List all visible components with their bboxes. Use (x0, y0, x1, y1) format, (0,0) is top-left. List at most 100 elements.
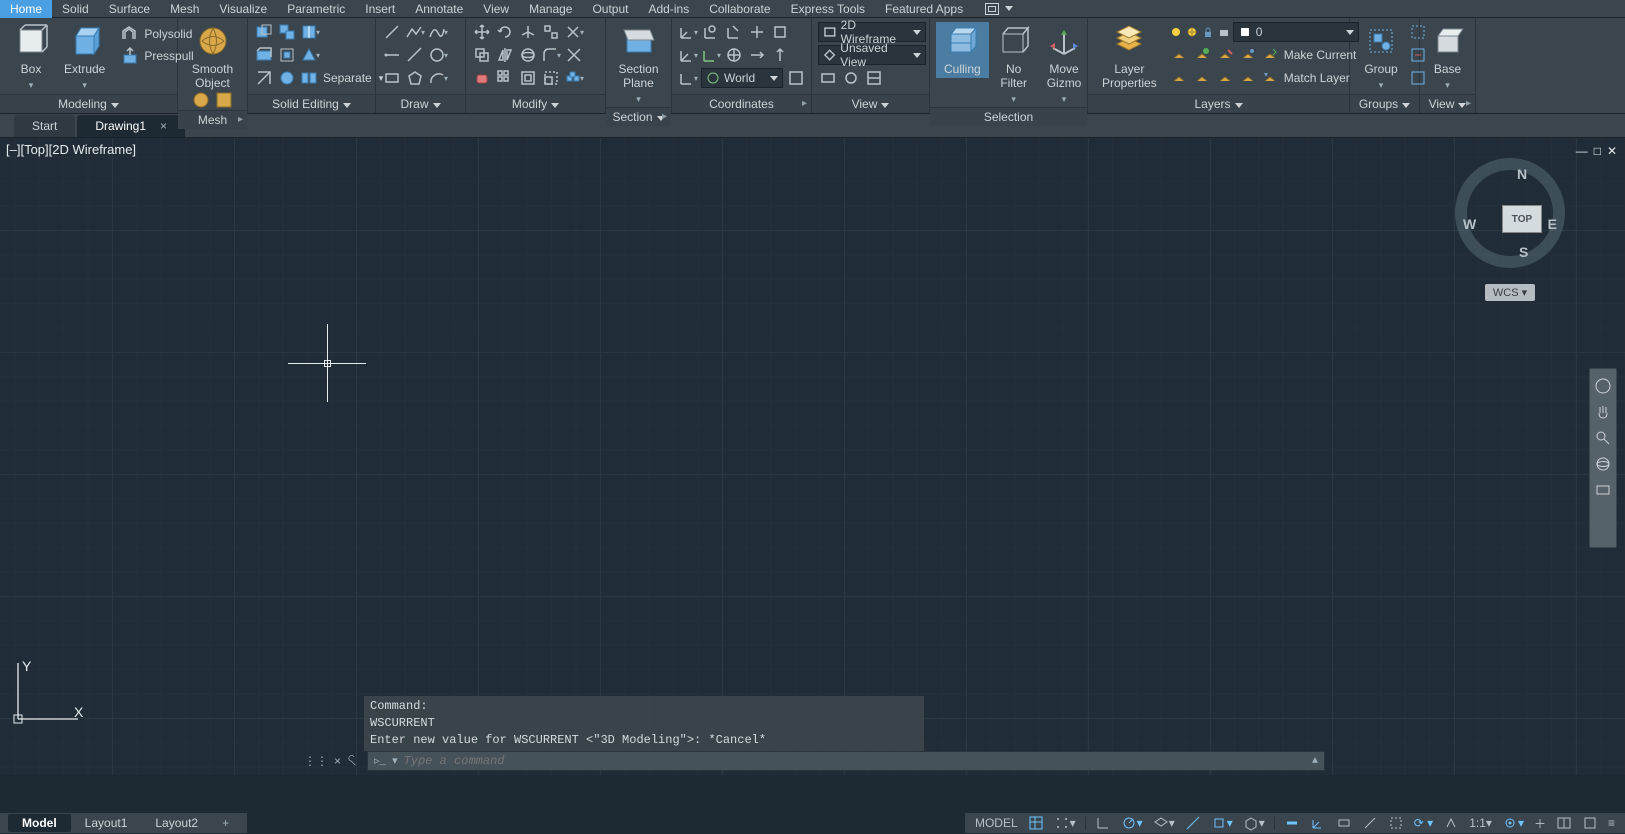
menu-visualize[interactable]: Visualize (209, 0, 277, 18)
vp-maximize-icon[interactable]: □ (1594, 144, 1601, 158)
panel-title-groups[interactable]: Groups (1350, 94, 1419, 113)
fillet-icon[interactable]: ▾ (541, 45, 561, 65)
viewcube-s[interactable]: S (1519, 244, 1528, 260)
explode-icon[interactable] (564, 45, 584, 65)
status-scale[interactable]: 1:1 ▾ (1465, 814, 1496, 832)
ucs-3[interactable] (724, 22, 744, 42)
se-8[interactable] (277, 68, 297, 88)
world-combo[interactable]: World (701, 68, 783, 88)
layer-lock-icon[interactable] (1201, 25, 1215, 39)
menu-home[interactable]: Home (0, 0, 52, 18)
viewport-label[interactable]: [–][Top][2D Wireframe] (6, 142, 136, 157)
viewcube-n[interactable]: N (1517, 166, 1527, 182)
layer-t4[interactable] (1238, 45, 1258, 65)
layer-properties-button[interactable]: Layer Properties (1094, 22, 1165, 92)
mesh-tool-2[interactable] (214, 90, 234, 110)
se-1[interactable] (254, 22, 274, 42)
layer-t3[interactable] (1215, 45, 1235, 65)
rotate-icon[interactable] (495, 22, 515, 42)
array-icon[interactable] (495, 68, 515, 88)
ucs-6[interactable]: ▾ (678, 45, 698, 65)
status-snap-icon[interactable]: ▾ (1050, 813, 1080, 833)
vp-minimize-icon[interactable]: — (1576, 144, 1588, 158)
rot3d-icon[interactable] (518, 45, 538, 65)
view-tool-2[interactable] (841, 68, 861, 88)
close-icon[interactable]: × (160, 119, 167, 133)
menu-express[interactable]: Express Tools (781, 0, 875, 18)
menu-collaborate[interactable]: Collaborate (699, 0, 780, 18)
layer-freeze-icon[interactable] (1185, 25, 1199, 39)
status-tpy-icon[interactable] (1358, 813, 1382, 833)
panel-title-solid-editing[interactable]: Solid Editing (248, 94, 375, 113)
status-lwt-icon[interactable] (1280, 813, 1304, 833)
status-menu-icon[interactable]: ≡ (1604, 814, 1619, 832)
se-7[interactable] (254, 68, 274, 88)
extrude-button[interactable]: Extrude ▾ (56, 22, 113, 93)
move-gizmo-button[interactable]: Move Gizmo ▾ (1039, 22, 1090, 107)
menu-addins[interactable]: Add-ins (639, 0, 700, 18)
se-6[interactable]: ▾ (300, 45, 320, 65)
spline-icon[interactable]: ▾ (428, 22, 448, 42)
move3d-icon[interactable] (518, 22, 538, 42)
panel-title-coordinates[interactable]: Coordinates▸ (672, 94, 811, 113)
cmd-wrench-icon[interactable] (347, 754, 361, 768)
menu-mesh[interactable]: Mesh (160, 0, 209, 18)
ucs-5[interactable] (770, 22, 790, 42)
group-button[interactable]: Group ▾ (1356, 22, 1406, 93)
erase-icon[interactable] (472, 68, 492, 88)
status-iso-icon[interactable]: ▾ (1149, 813, 1179, 833)
showmotion-icon[interactable] (1594, 481, 1612, 499)
line-icon[interactable] (382, 22, 402, 42)
viewcube-e[interactable]: E (1548, 216, 1557, 232)
fullnav-icon[interactable] (1594, 377, 1612, 395)
se-4[interactable] (254, 45, 274, 65)
layer-t1[interactable] (1169, 45, 1189, 65)
tab-start[interactable]: Start (14, 115, 75, 137)
arc-icon[interactable]: ▾ (428, 68, 448, 88)
separate-button[interactable]: Separate▾ (300, 68, 383, 88)
box-button[interactable]: Box ▾ (6, 22, 56, 93)
viewcube-w[interactable]: W (1463, 216, 1476, 232)
panel-title-modify[interactable]: Modify (466, 94, 605, 113)
layer-b4[interactable] (1238, 68, 1258, 88)
cmd-handle-icon[interactable]: ⋮⋮ (304, 754, 328, 768)
section-plane-button[interactable]: Section Plane ▾ (610, 22, 666, 107)
ucs-10[interactable] (770, 45, 790, 65)
menu-insert[interactable]: Insert (355, 0, 405, 18)
orbit-icon[interactable] (1594, 455, 1612, 473)
ucs-7[interactable]: ▾ (701, 45, 721, 65)
polyline-icon[interactable]: ▾ (405, 22, 425, 42)
ucs-12[interactable] (786, 68, 806, 88)
status-polar-icon[interactable]: ▾ (1117, 813, 1147, 833)
command-history-icon[interactable]: ▲ (1312, 756, 1318, 767)
ucs-4[interactable] (747, 22, 767, 42)
command-input[interactable]: ▹_ ▾ ▲ (367, 751, 1325, 771)
panel-title-view2[interactable]: View▸ (1420, 94, 1475, 113)
layer-b1[interactable] (1169, 68, 1189, 88)
panel-title-draw[interactable]: Draw (376, 94, 465, 113)
viewcube[interactable]: N S E W TOP WCS ▾ (1455, 158, 1565, 301)
ucs-8[interactable] (724, 45, 744, 65)
view-tool-3[interactable] (864, 68, 884, 88)
make-current-button[interactable]: Make Current (1261, 46, 1357, 64)
status-clean-icon[interactable] (1578, 813, 1602, 833)
se-5[interactable] (277, 45, 297, 65)
match-layer-button[interactable]: Match Layer (1261, 69, 1350, 87)
view-tool-1[interactable] (818, 68, 838, 88)
nav-bar[interactable] (1589, 368, 1617, 548)
move-icon[interactable] (472, 22, 492, 42)
layout-add-tab[interactable]: + (212, 814, 239, 832)
base-button[interactable]: Base ▾ (1423, 22, 1473, 93)
panel-title-layers[interactable]: Layers (1088, 94, 1349, 113)
layout-tab-layout2[interactable]: Layout2 (141, 814, 212, 832)
ucs-11[interactable]: ▾ (678, 68, 698, 88)
drawing-area[interactable]: [–][Top][2D Wireframe] — □ ✕ X Y N S E W… (0, 138, 1625, 775)
named-view-combo[interactable]: Unsaved View (818, 45, 926, 65)
copy-icon[interactable] (472, 45, 492, 65)
status-gear-icon[interactable]: ▾ (1498, 813, 1528, 833)
layer-combo[interactable]: 0 (1233, 22, 1359, 42)
ucs-2[interactable] (701, 22, 721, 42)
ucs-1[interactable]: ▾ (678, 22, 698, 42)
zoom-icon[interactable] (1594, 429, 1612, 447)
focus-icon[interactable] (985, 3, 999, 15)
